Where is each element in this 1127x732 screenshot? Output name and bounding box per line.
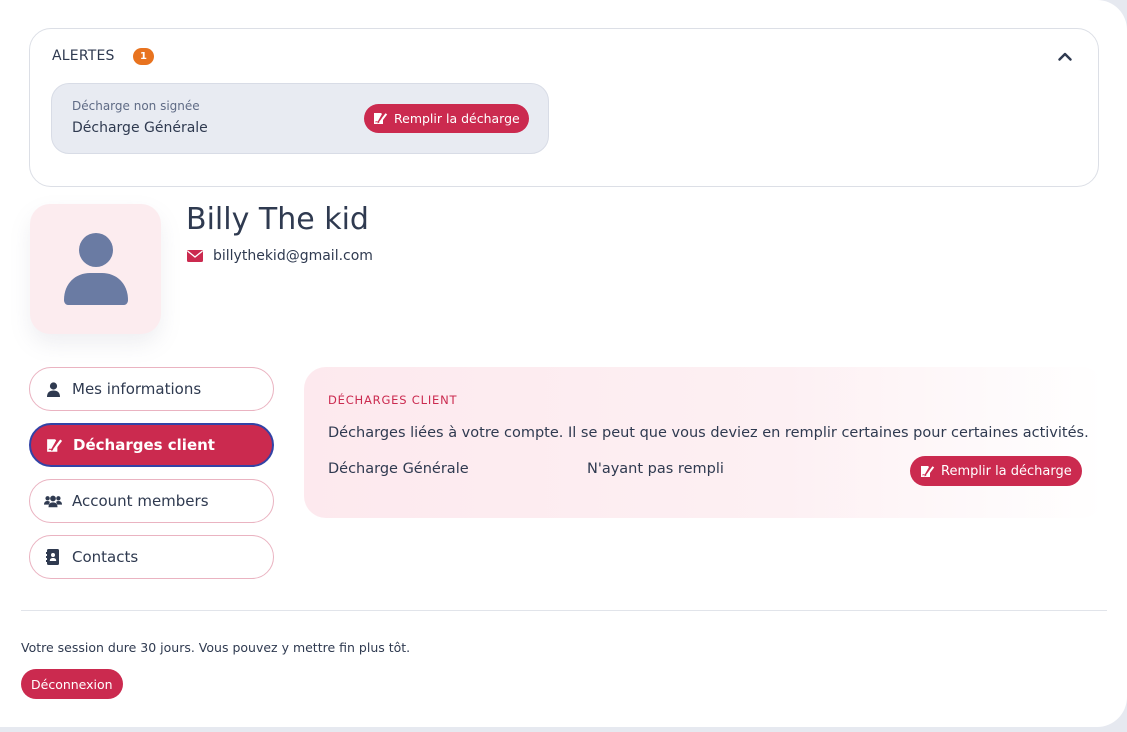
- decharges-panel: DÉCHARGES CLIENT Décharges liées à votre…: [304, 367, 1104, 518]
- panel-title: DÉCHARGES CLIENT: [328, 393, 458, 407]
- alert-item: Décharge non signée Décharge Générale Re…: [51, 83, 549, 154]
- fill-waiver-button[interactable]: Remplir la décharge: [364, 104, 529, 133]
- signature-icon: [45, 436, 63, 454]
- nav-item-label: Account members: [72, 492, 209, 510]
- user-silhouette-icon: [63, 233, 128, 305]
- fill-waiver-button[interactable]: Remplir la décharge: [910, 456, 1082, 486]
- nav-item-contacts[interactable]: Contacts: [29, 535, 274, 579]
- avatar: [30, 204, 161, 334]
- waiver-name: Décharge Générale: [328, 461, 469, 477]
- profile-name: Billy The kid: [186, 202, 369, 237]
- logout-button[interactable]: Déconnexion: [21, 669, 123, 699]
- panel-description: Décharges liées à votre compte. Il se pe…: [328, 425, 1089, 441]
- fill-waiver-label: Remplir la décharge: [394, 111, 520, 126]
- profile-email-text: billythekid@gmail.com: [213, 248, 373, 264]
- signature-icon: [921, 465, 935, 477]
- fill-waiver-label: Remplir la décharge: [941, 463, 1072, 479]
- user-icon: [44, 380, 62, 398]
- alert-subtitle: Décharge non signée: [72, 99, 200, 113]
- nav-item-label: Mes informations: [72, 380, 202, 398]
- profile-email: billythekid@gmail.com: [187, 248, 373, 264]
- collapse-button[interactable]: [1054, 45, 1076, 67]
- account-card: ALERTES 1 Décharge non signée Décharge G…: [0, 0, 1127, 727]
- nav-item-account-members[interactable]: Account members: [29, 479, 274, 523]
- nav-item-label: Contacts: [72, 548, 139, 566]
- nav-item-label: Décharges client: [73, 436, 215, 454]
- divider: [21, 610, 1107, 611]
- address-book-icon: [44, 548, 62, 566]
- alerts-count-badge: 1: [133, 48, 154, 65]
- alerts-panel: ALERTES 1 Décharge non signée Décharge G…: [29, 28, 1099, 187]
- alerts-title: ALERTES: [52, 48, 115, 64]
- signature-icon: [374, 113, 388, 124]
- users-icon: [44, 492, 62, 510]
- chevron-up-icon: [1058, 52, 1072, 61]
- waiver-status: N'ayant pas rempli: [587, 461, 724, 477]
- alert-title: Décharge Générale: [72, 120, 208, 136]
- nav-item-decharges-client[interactable]: Décharges client: [29, 423, 274, 467]
- nav-item-mes-informations[interactable]: Mes informations: [29, 367, 274, 411]
- envelope-icon: [187, 250, 203, 262]
- session-info: Votre session dure 30 jours. Vous pouvez…: [21, 640, 411, 655]
